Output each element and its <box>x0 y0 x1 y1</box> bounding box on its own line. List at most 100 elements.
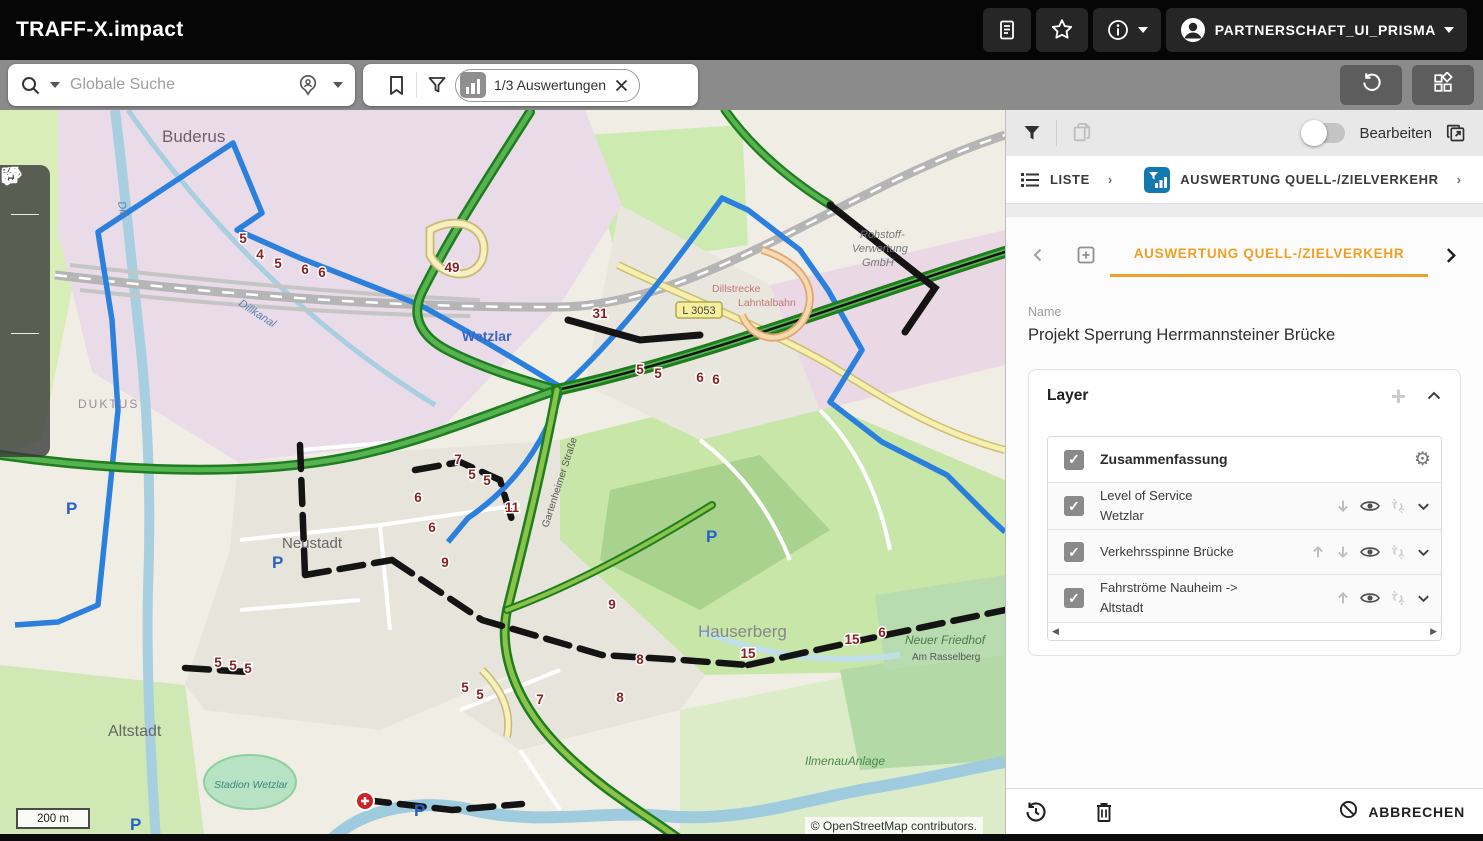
add-tab-icon[interactable] <box>1076 245 1096 265</box>
breadcrumb-liste[interactable]: LISTE <box>1050 172 1090 187</box>
divider <box>11 333 39 334</box>
svg-text:5: 5 <box>468 467 476 482</box>
svg-text:P: P <box>414 801 425 820</box>
svg-text:49: 49 <box>444 260 459 275</box>
star-icon <box>1049 17 1075 43</box>
svg-text:GmbH: GmbH <box>862 257 894 269</box>
reports-button[interactable] <box>983 8 1031 52</box>
globe-button[interactable] <box>0 292 50 328</box>
breadcrumb-auswertung[interactable]: AUSWERTUNG QUELL-/ZIELVERKEHR <box>1180 172 1438 187</box>
svg-text:8: 8 <box>636 652 644 667</box>
layer-label: Verkehrsspinne Brücke <box>1100 542 1238 562</box>
tab-prev-button[interactable] <box>1030 247 1046 263</box>
scroll-right-icon[interactable]: ▶ <box>1430 626 1437 637</box>
svg-text:5: 5 <box>244 661 252 676</box>
gear-icon[interactable]: ⚙ <box>1414 448 1431 471</box>
move-up-icon[interactable] <box>1335 590 1351 606</box>
visibility-eye-icon[interactable] <box>1360 545 1380 559</box>
search-options-caret[interactable] <box>50 82 60 88</box>
filter-icon[interactable] <box>1022 123 1042 143</box>
svg-text:8: 8 <box>616 690 624 705</box>
measure-button[interactable] <box>0 339 50 375</box>
layer-list: ✓ Zusammenfassung ⚙ ✓ Level of Service W… <box>1047 436 1442 641</box>
move-down-icon[interactable] <box>1335 498 1351 514</box>
svg-text:5: 5 <box>636 362 644 377</box>
svg-text:11: 11 <box>505 500 520 515</box>
cancel-button[interactable]: ABBRECHEN <box>1339 800 1465 824</box>
user-menu-button[interactable]: PARTNERSCHAFT_UI_PRISMA <box>1166 8 1467 52</box>
svg-text:5: 5 <box>229 658 237 673</box>
svg-text:IlmenauAnlage: IlmenauAnlage <box>805 754 885 768</box>
svg-text:5: 5 <box>239 231 247 246</box>
locate-options-caret[interactable] <box>333 82 343 88</box>
svg-text:DUKTUS: DUKTUS <box>78 397 139 411</box>
expand-layer-icon[interactable] <box>1416 545 1431 560</box>
person-pin-icon[interactable] <box>297 74 319 96</box>
widgets-icon <box>1432 72 1454 99</box>
favorites-map-button[interactable] <box>0 375 50 411</box>
reset-view-button[interactable] <box>1340 65 1402 105</box>
unlink-icon[interactable] <box>1389 589 1407 607</box>
svg-text:Hauserberg: Hauserberg <box>698 622 787 641</box>
svg-text:P: P <box>66 499 77 518</box>
widgets-button[interactable] <box>1412 65 1474 105</box>
info-menu-button[interactable] <box>1093 8 1161 52</box>
expand-layer-icon[interactable] <box>1416 591 1431 606</box>
name-field-value[interactable]: Projekt Sperrung Herrmannsteiner Brücke <box>1028 326 1461 345</box>
svg-text:6: 6 <box>696 370 704 385</box>
svg-text:Rohstoff-: Rohstoff- <box>860 229 905 241</box>
divider <box>11 214 39 215</box>
evaluations-chip[interactable]: 1/3 Auswertungen <box>455 69 640 102</box>
favorites-button[interactable] <box>1036 8 1088 52</box>
open-in-new-icon[interactable] <box>1446 123 1467 144</box>
zoom-out-button[interactable] <box>0 256 50 292</box>
unlink-icon[interactable] <box>1389 497 1407 515</box>
visibility-eye-icon[interactable] <box>1360 499 1380 513</box>
divider <box>1006 204 1483 217</box>
tab-next-button[interactable] <box>1442 247 1459 264</box>
evaluations-chip-label: 1/3 Auswertungen <box>494 77 606 93</box>
svg-text:Am Rasselberg: Am Rasselberg <box>912 652 980 663</box>
copy-icon[interactable] <box>1071 122 1093 144</box>
filter-funnel-icon[interactable] <box>427 75 447 95</box>
svg-text:Lahntalbahn: Lahntalbahn <box>738 297 796 309</box>
move-down-icon[interactable] <box>1335 544 1351 560</box>
layer-label: Fahrströme Nauheim -> Altstadt <box>1100 578 1238 618</box>
layer-checkbox[interactable]: ✓ <box>1064 496 1084 516</box>
search-icon[interactable] <box>20 75 41 96</box>
share-map-button[interactable] <box>0 411 50 447</box>
svg-text:6: 6 <box>428 520 436 535</box>
chevron-right-icon: › <box>1457 172 1461 187</box>
add-layer-button[interactable]: + <box>1391 386 1406 406</box>
move-up-icon[interactable] <box>1310 544 1326 560</box>
layer-label: Zusammenfassung <box>1100 449 1238 471</box>
layer-checkbox[interactable]: ✓ <box>1064 588 1084 608</box>
tab-title[interactable]: AUSWERTUNG QUELL-/ZIELVERKEHR <box>1134 246 1405 261</box>
search-input[interactable]: Globale Suche <box>70 76 297 94</box>
zoom-in-button[interactable] <box>0 220 50 256</box>
expand-layer-icon[interactable] <box>1416 499 1431 514</box>
visibility-eye-icon[interactable] <box>1360 591 1380 605</box>
horizontal-scrollbar[interactable]: ◀ ▶ <box>1048 622 1441 640</box>
bookmark-icon[interactable] <box>387 75 406 96</box>
svg-text:P: P <box>272 553 283 572</box>
document-icon <box>996 19 1018 41</box>
undo-history-button[interactable] <box>1024 800 1048 824</box>
avatar <box>1179 16 1207 44</box>
map-svg: L 3053 5 4 5 6 6 49 31 5 5 6 6 7 5 5 11 … <box>0 110 1005 841</box>
svg-text:15: 15 <box>740 646 756 661</box>
map-attribution[interactable]: © OpenStreetMap contributors. <box>805 817 983 835</box>
svg-text:6: 6 <box>318 265 326 280</box>
collapse-section-button[interactable] <box>1426 388 1442 404</box>
close-icon[interactable] <box>614 78 629 93</box>
svg-text:9: 9 <box>608 597 616 612</box>
filter-group: 1/3 Auswertungen <box>363 64 698 106</box>
scroll-left-icon[interactable]: ◀ <box>1052 626 1059 637</box>
unlink-icon[interactable] <box>1389 543 1407 561</box>
delete-trash-button[interactable] <box>1094 801 1114 823</box>
svg-text:6: 6 <box>301 262 309 277</box>
layer-checkbox[interactable]: ✓ <box>1064 542 1084 562</box>
edit-toggle[interactable] <box>1303 123 1345 143</box>
layer-checkbox[interactable]: ✓ <box>1064 450 1084 470</box>
map-canvas[interactable]: L 3053 5 4 5 6 6 49 31 5 5 6 6 7 5 5 11 … <box>0 110 1005 841</box>
